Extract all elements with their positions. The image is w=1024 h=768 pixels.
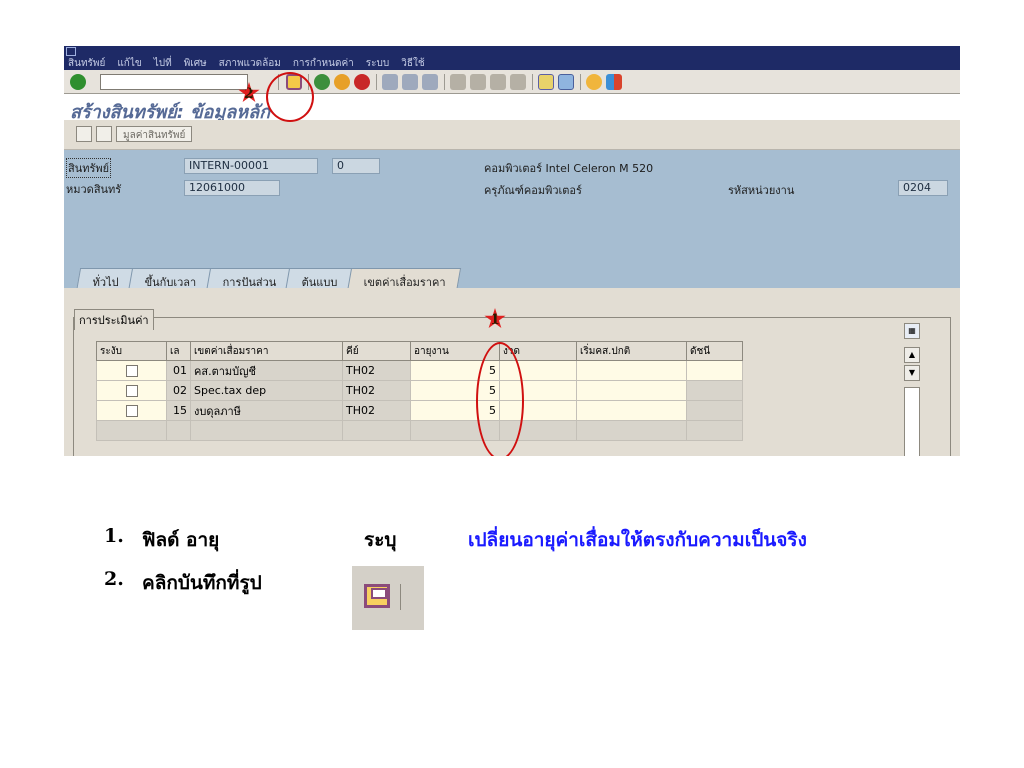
org-unit-label: รหัสหน่วยงาน xyxy=(728,184,795,197)
org-unit-field[interactable]: 0204 xyxy=(898,180,948,196)
save-icon xyxy=(364,584,390,608)
asset-class-label: หมวดสินทรั xyxy=(66,183,122,196)
menu-bar: สินทรัพย์ แก้ไข ไปที่ พิเศษ สภาพแวดล้อม … xyxy=(64,46,960,70)
step-2-text: คลิกบันทึกที่รูป xyxy=(142,572,262,594)
deactivate-checkbox[interactable] xyxy=(125,365,138,377)
col-index[interactable]: ดัชนี xyxy=(686,341,743,361)
index-input[interactable] xyxy=(686,380,743,401)
scroll-up-icon[interactable]: ▲ xyxy=(904,347,920,363)
useful-life-highlight-oval xyxy=(476,342,524,456)
standard-toolbar xyxy=(64,70,960,94)
table-settings-icon[interactable]: ▦ xyxy=(904,323,920,339)
valuation-group-label: การประเมินค่า xyxy=(74,309,154,330)
start-date-input[interactable] xyxy=(576,360,687,381)
create-session-icon[interactable] xyxy=(538,74,554,90)
menu-asset[interactable]: สินทรัพย์ xyxy=(68,56,105,71)
display-change-icon[interactable] xyxy=(76,126,92,142)
first-page-icon[interactable] xyxy=(450,74,466,90)
menu-settings[interactable]: การกำหนดค่า xyxy=(293,56,354,71)
layout-menu-icon[interactable] xyxy=(606,74,622,90)
step-1-number: 1. xyxy=(104,525,124,547)
menu-items: สินทรัพย์ แก้ไข ไปที่ พิเศษ สภาพแวดล้อม … xyxy=(68,56,425,71)
save-icon-example xyxy=(352,566,424,630)
area-name-cell: คส.ตามบัญชี xyxy=(190,360,343,381)
depreciation-table: ระงับ เล เขตค่าเสื่อมราคา คีย์ อายุงาน ง… xyxy=(96,341,743,441)
step-1-action: ระบุ xyxy=(364,529,397,551)
deactivate-checkbox[interactable] xyxy=(125,405,138,417)
deactivate-checkbox[interactable] xyxy=(125,385,138,397)
help-icon[interactable] xyxy=(586,74,602,90)
table-row: 02 Spec.tax dep TH02 5 xyxy=(96,380,743,401)
table-row-empty xyxy=(96,420,743,441)
key-cell[interactable]: TH02 xyxy=(342,360,411,381)
command-field[interactable] xyxy=(100,74,248,90)
sap-window: สินทรัพย์ แก้ไข ไปที่ พิเศษ สภาพแวดล้อม … xyxy=(64,46,960,456)
step-1-note: เปลี่ยนอายุค่าเสื่อมให้ตรงกับความเป็นจริ… xyxy=(468,529,807,551)
table-scrollbar[interactable]: ▦ ▲ ▼ xyxy=(904,323,922,456)
asset-values-button[interactable]: มูลค่าสินทรัพย์ xyxy=(116,126,193,142)
start-date-input[interactable] xyxy=(576,380,687,401)
previous-page-icon[interactable] xyxy=(470,74,486,90)
save-highlight-circle xyxy=(266,72,314,122)
step-2-number: 2. xyxy=(104,568,124,590)
area-number-cell: 15 xyxy=(166,400,191,421)
menu-help[interactable]: วิธีใช้ xyxy=(401,56,424,71)
screen-title-bar: สร้างสินทรัพย์: ข้อมูลหลัก xyxy=(64,94,960,123)
sub-number-field[interactable]: 0 xyxy=(332,158,380,174)
find-next-icon[interactable] xyxy=(422,74,438,90)
menu-system[interactable]: ระบบ xyxy=(366,56,389,71)
step-1-text: ฟิลด์ อายุ xyxy=(142,529,220,551)
area-name-cell: งบดุลภาษี xyxy=(190,400,343,421)
area-name-cell: Spec.tax dep xyxy=(190,380,343,401)
table-row: 01 คส.ตามบัญชี TH02 5 xyxy=(96,360,743,381)
col-start-date[interactable]: เริ่มคส.ปกติ xyxy=(576,341,687,361)
cancel-icon[interactable] xyxy=(354,74,370,90)
shortcut-icon[interactable] xyxy=(558,74,574,90)
menu-extras[interactable]: พิเศษ xyxy=(184,56,207,71)
menu-edit[interactable]: แก้ไข xyxy=(117,56,141,71)
key-cell[interactable]: TH02 xyxy=(342,400,411,421)
key-cell[interactable]: TH02 xyxy=(342,380,411,401)
table-header-row: ระงับ เล เขตค่าเสื่อมราคา คีย์ อายุงาน ง… xyxy=(96,341,743,361)
asset-label: สินทรัพย์ xyxy=(66,158,112,178)
col-area-number[interactable]: เล xyxy=(166,341,191,361)
scroll-down-icon[interactable]: ▼ xyxy=(904,365,920,381)
print-icon[interactable] xyxy=(382,74,398,90)
col-key[interactable]: คีย์ xyxy=(342,341,411,361)
start-date-input[interactable] xyxy=(576,400,687,421)
asset-number-field[interactable]: INTERN-00001 xyxy=(184,158,318,174)
next-page-icon[interactable] xyxy=(490,74,506,90)
scroll-thumb[interactable] xyxy=(904,387,920,456)
last-page-icon[interactable] xyxy=(510,74,526,90)
area-number-cell: 01 xyxy=(166,360,191,381)
menu-environment[interactable]: สภาพแวดล้อม xyxy=(219,56,281,71)
exit-icon[interactable] xyxy=(334,74,350,90)
area-number-cell: 02 xyxy=(166,380,191,401)
other-asset-icon[interactable] xyxy=(96,126,112,142)
table-row: 15 งบดุลภาษี TH02 5 xyxy=(96,400,743,421)
asset-class-field[interactable]: 12061000 xyxy=(184,180,280,196)
asset-description: คอมพิวเตอร์ Intel Celeron M 520 xyxy=(484,162,654,175)
index-input[interactable] xyxy=(686,400,743,421)
col-deactivate[interactable]: ระงับ xyxy=(96,341,167,361)
menu-goto[interactable]: ไปที่ xyxy=(154,56,172,71)
window-menu-icon[interactable] xyxy=(66,47,76,56)
index-input[interactable] xyxy=(686,360,743,381)
application-toolbar: มูลค่าสินทรัพย์ xyxy=(64,120,960,150)
asset-class-description: ครุภัณฑ์คอมพิวเตอร์ xyxy=(484,184,582,197)
col-depreciation-area[interactable]: เขตค่าเสื่อมราคา xyxy=(190,341,343,361)
find-icon[interactable] xyxy=(402,74,418,90)
enter-icon[interactable] xyxy=(70,74,86,90)
back-icon[interactable] xyxy=(314,74,330,90)
asset-header: สินทรัพย์ INTERN-00001 0 คอมพิวเตอร์ Int… xyxy=(64,150,960,292)
